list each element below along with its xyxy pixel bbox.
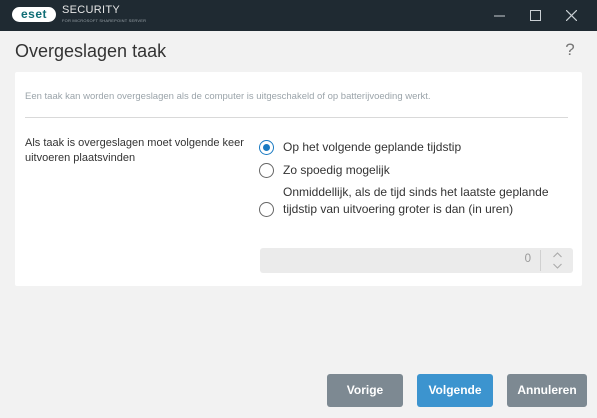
chevron-down-icon bbox=[552, 263, 562, 269]
product-name: SECURITY bbox=[62, 4, 121, 16]
maximize-button[interactable] bbox=[517, 0, 553, 31]
settings-panel: Een taak kan worden overgeslagen als de … bbox=[15, 72, 582, 286]
description-text: Een taak kan worden overgeslagen als de … bbox=[25, 91, 431, 102]
radio-option-immediately[interactable]: Onmiddellijk, als de tijd sinds het laat… bbox=[259, 184, 553, 218]
radio-option-label: Onmiddellijk, als de tijd sinds het laat… bbox=[283, 185, 549, 216]
divider bbox=[25, 117, 568, 118]
cancel-button[interactable]: Annuleren bbox=[507, 374, 587, 407]
next-button[interactable]: Volgende bbox=[417, 374, 493, 407]
chevron-up-icon bbox=[552, 252, 562, 258]
page-title: Overgeslagen taak bbox=[15, 41, 167, 61]
help-icon[interactable]: ? bbox=[562, 40, 578, 60]
minimize-button[interactable] bbox=[481, 0, 517, 31]
title-bar: eset SECURITY FOR MICROSOFT SHAREPOINT S… bbox=[0, 0, 597, 31]
setting-label: Als taak is overgeslagen moet volgende k… bbox=[25, 137, 244, 164]
radio-button[interactable] bbox=[259, 163, 274, 178]
stepper-down-button[interactable] bbox=[547, 261, 567, 271]
close-icon bbox=[565, 10, 577, 21]
radio-option-label: Zo spoedig mogelijk bbox=[283, 163, 390, 177]
close-button[interactable] bbox=[553, 0, 589, 31]
radio-option-label: Op het volgende geplande tijdstip bbox=[283, 140, 462, 154]
radio-option-next-scheduled[interactable]: Op het volgende geplande tijdstip bbox=[259, 139, 553, 156]
previous-button[interactable]: Vorige bbox=[327, 374, 403, 407]
hours-value[interactable]: 0 bbox=[525, 253, 531, 265]
product-subtitle: FOR MICROSOFT SHAREPOINT SERVER bbox=[62, 18, 147, 23]
maximize-icon bbox=[529, 10, 541, 21]
minimize-icon bbox=[493, 15, 505, 17]
radio-button-selected[interactable] bbox=[259, 140, 274, 155]
stepper-up-button[interactable] bbox=[547, 250, 567, 260]
hours-stepper[interactable]: 0 bbox=[260, 248, 573, 273]
radio-option-asap[interactable]: Zo spoedig mogelijk bbox=[259, 162, 553, 179]
eset-logo: eset bbox=[12, 7, 56, 22]
radio-button[interactable] bbox=[259, 202, 274, 217]
stepper-divider bbox=[540, 250, 541, 271]
